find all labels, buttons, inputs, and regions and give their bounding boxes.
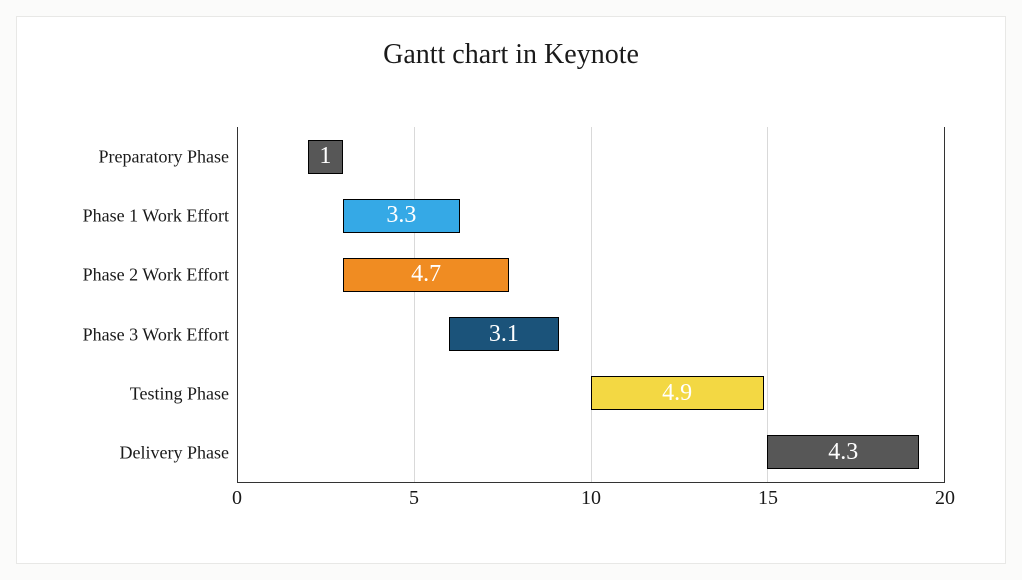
bar-value: 4.3: [828, 439, 858, 466]
bar-value: 4.9: [662, 380, 692, 407]
plot-area: 1 3.3 4.7 3.1 4.9 4.3: [237, 127, 945, 483]
y-axis-line: [237, 127, 238, 482]
gantt-bar: 4.9: [591, 376, 764, 410]
gantt-bar: 3.3: [343, 199, 460, 233]
y-tick-label: Phase 3 Work Effort: [83, 324, 229, 345]
x-tick-label: 20: [935, 487, 955, 510]
bar-value: 4.7: [411, 261, 441, 288]
bar-value: 1: [319, 143, 331, 170]
bar-value: 3.1: [489, 321, 519, 348]
gridline: [591, 127, 592, 482]
y-tick-label: Phase 2 Work Effort: [83, 265, 229, 286]
x-tick-label: 10: [581, 487, 601, 510]
gantt-bar: 4.3: [767, 435, 919, 469]
y-axis-labels: Preparatory Phase Phase 1 Work Effort Ph…: [57, 127, 237, 483]
chart-area: Preparatory Phase Phase 1 Work Effort Ph…: [57, 91, 965, 523]
gantt-bar: 4.7: [343, 258, 509, 292]
chart-card: Gantt chart in Keynote Preparatory Phase…: [16, 16, 1006, 564]
y-tick-label: Testing Phase: [130, 384, 229, 405]
gridline: [414, 127, 415, 482]
bar-value: 3.3: [386, 202, 416, 229]
x-tick-label: 5: [409, 487, 419, 510]
gantt-bar: 1: [308, 140, 343, 174]
x-tick-label: 0: [232, 487, 242, 510]
y-tick-label: Preparatory Phase: [99, 146, 229, 167]
x-axis-labels: 0 5 10 15 20: [237, 487, 945, 515]
gridline: [767, 127, 768, 482]
gantt-bar: 3.1: [449, 317, 559, 351]
chart-title: Gantt chart in Keynote: [17, 17, 1005, 81]
x-tick-label: 15: [758, 487, 778, 510]
y-tick-label: Phase 1 Work Effort: [83, 206, 229, 227]
y-tick-label: Delivery Phase: [120, 443, 229, 464]
